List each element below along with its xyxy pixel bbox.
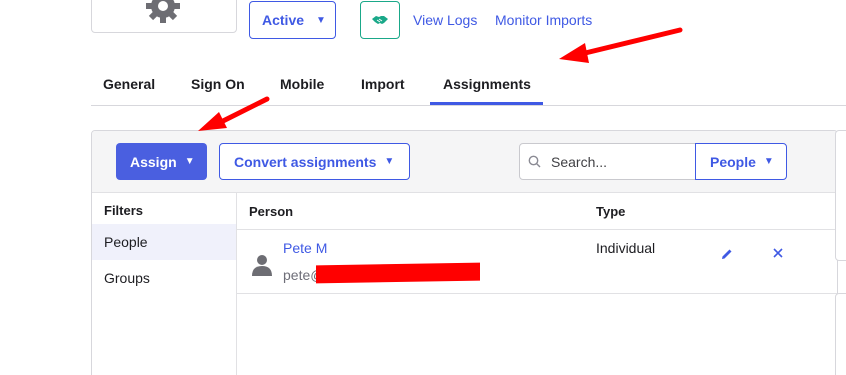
caret-down-icon: ▼ (316, 14, 326, 26)
gear-icon (146, 0, 180, 23)
tab-assignments[interactable]: Assignments (443, 76, 531, 92)
active-tab-indicator (430, 102, 543, 105)
search-icon (528, 155, 541, 168)
view-logs-link[interactable]: View Logs (413, 12, 477, 28)
people-filter-dropdown[interactable]: People ▼ (695, 143, 787, 180)
search-box (519, 143, 696, 180)
filter-item-groups[interactable]: Groups (92, 260, 236, 296)
pencil-icon[interactable] (720, 247, 734, 261)
filter-item-label: People (104, 234, 148, 250)
status-label: Active (262, 12, 305, 28)
assign-button[interactable]: Assign ▼ (116, 143, 207, 180)
caret-down-icon: ▼ (384, 156, 395, 167)
user-avatar-icon (252, 255, 272, 276)
column-header-type: Type (596, 204, 626, 219)
caret-down-icon: ▼ (763, 156, 774, 167)
convert-assignments-button[interactable]: Convert assignments ▼ (219, 143, 410, 180)
tab-general[interactable]: General (103, 76, 155, 92)
tab-bar: General Sign On Mobile Import Assignment… (91, 64, 846, 106)
side-card (835, 293, 846, 375)
app-logo-box (91, 0, 237, 33)
assignment-type: Individual (596, 240, 656, 256)
assignments-table: Person Type Pete M pete@ Individual (237, 193, 837, 375)
table-header: Person Type (237, 193, 837, 230)
filter-item-label: Groups (104, 270, 150, 286)
redaction-mark (316, 262, 480, 284)
tab-sign-on[interactable]: Sign On (191, 76, 245, 92)
tab-mobile[interactable]: Mobile (280, 76, 324, 92)
table-row: Pete M pete@ Individual (237, 230, 837, 294)
convert-assignments-label: Convert assignments (234, 153, 377, 170)
person-name-link[interactable]: Pete M (283, 240, 327, 256)
caret-down-icon: ▼ (184, 156, 195, 167)
people-filter-label: People (710, 153, 756, 170)
filters-title: Filters (104, 203, 144, 218)
column-header-person: Person (249, 204, 294, 219)
filter-item-people[interactable]: People (92, 224, 236, 260)
handshake-icon (372, 16, 388, 24)
search-input[interactable] (551, 153, 691, 170)
monitor-imports-link[interactable]: Monitor Imports (495, 12, 592, 28)
filters-sidebar: Filters People Groups (92, 193, 237, 375)
assign-label: Assign (130, 153, 177, 170)
handshake-button[interactable] (360, 1, 400, 39)
tab-import[interactable]: Import (361, 76, 405, 92)
status-dropdown[interactable]: Active ▼ (249, 1, 336, 39)
assignments-toolbar: Assign ▼ Convert assignments ▼ People ▼ (92, 131, 837, 193)
side-card (835, 130, 846, 261)
close-icon[interactable] (772, 247, 784, 259)
assignments-panel: Assign ▼ Convert assignments ▼ People ▼ … (91, 130, 838, 375)
annotation-arrow (559, 27, 683, 63)
